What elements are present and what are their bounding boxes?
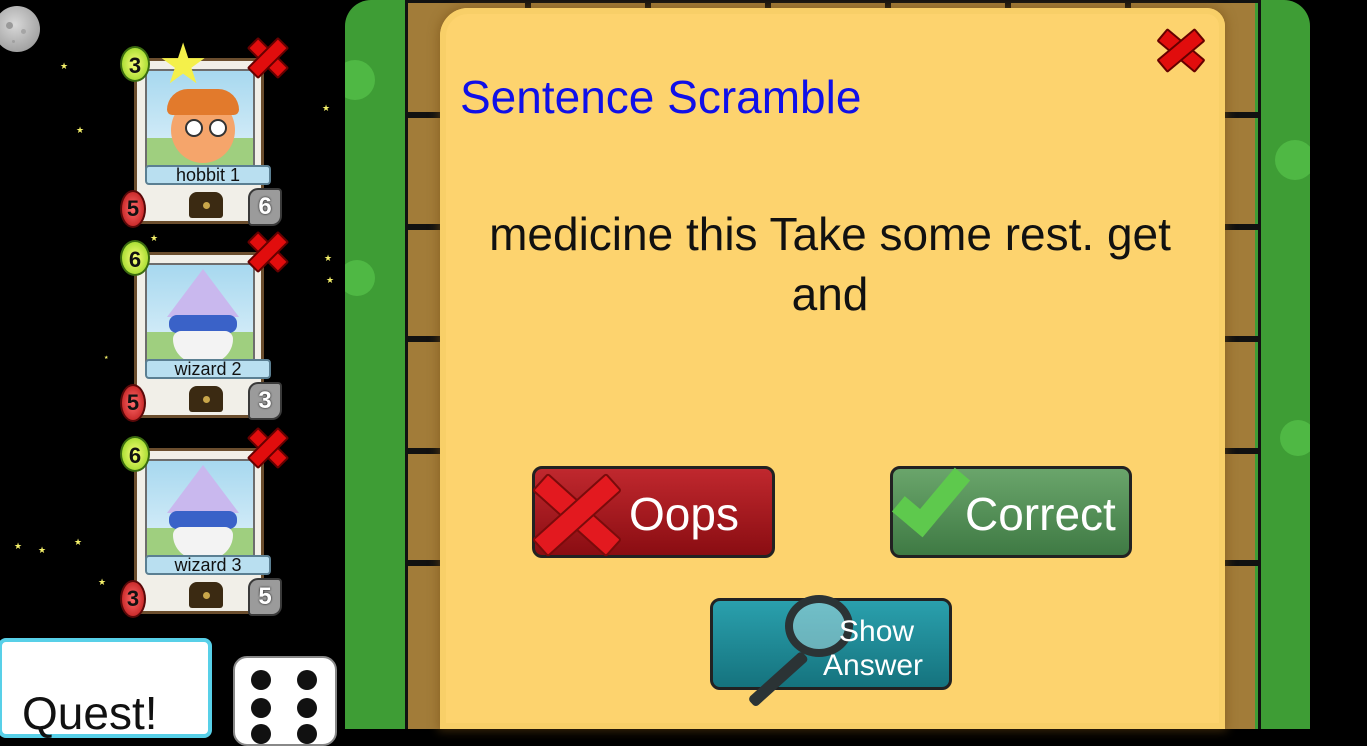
dice-pip <box>297 670 317 690</box>
remove-player-icon[interactable] <box>242 226 290 274</box>
player-name: hobbit 1 <box>145 165 271 185</box>
wizard-avatar <box>145 459 255 559</box>
show-answer-button[interactable]: Show Answer <box>710 595 952 708</box>
star-icon: ★ <box>74 537 83 547</box>
star-icon: ★ <box>60 61 69 71</box>
attack-badge: 6 <box>248 188 282 226</box>
star-icon: ★ <box>104 355 109 361</box>
show-answer-label: Show Answer <box>823 615 923 683</box>
health-badge: 3 <box>120 580 146 618</box>
star-icon: ★ <box>14 541 23 551</box>
star-icon: ★ <box>98 577 107 587</box>
treasure-chest-icon <box>189 386 223 412</box>
quest-button[interactable]: Quest! <box>0 638 212 739</box>
player-card[interactable]: wizard 3 6 3 5 <box>120 436 282 622</box>
level-badge: 6 <box>120 436 150 472</box>
attack-badge: 5 <box>248 578 282 616</box>
card-frame: wizard 3 <box>134 448 271 614</box>
correct-label: Correct <box>965 488 1116 540</box>
oops-button[interactable]: Oops <box>532 466 775 558</box>
player-card[interactable]: wizard 2 6 5 3 <box>120 240 282 426</box>
sentence-scramble-dialog: Sentence Scramble medicine this Take som… <box>440 8 1225 729</box>
correct-button[interactable]: Correct <box>890 466 1132 558</box>
dice[interactable] <box>233 656 337 746</box>
dice-pip <box>297 698 317 718</box>
star-icon: ★ <box>324 253 333 263</box>
scrambled-sentence: medicine this Take some rest. get and <box>489 208 1171 320</box>
level-badge: 6 <box>120 240 150 276</box>
health-badge: 5 <box>120 384 146 422</box>
dice-pip <box>251 670 271 690</box>
star-icon: ★ <box>150 233 159 243</box>
dice-pip <box>297 724 317 744</box>
dice-pip <box>251 724 271 744</box>
star-icon: ★ <box>326 275 335 285</box>
active-player-star-icon: ★ <box>158 32 209 95</box>
oops-label: Oops <box>629 488 739 540</box>
show-answer-line1: Show <box>839 615 915 648</box>
moon-icon <box>0 6 40 52</box>
magnifier-handle <box>747 650 810 708</box>
health-badge: 5 <box>120 190 146 228</box>
cross-icon <box>525 465 625 561</box>
attack-badge: 3 <box>248 382 282 420</box>
star-icon: ★ <box>322 103 331 113</box>
treasure-chest-icon <box>189 192 223 218</box>
star-icon: ★ <box>38 545 47 555</box>
dice-pip <box>251 698 271 718</box>
treasure-chest-icon <box>189 582 223 608</box>
remove-player-icon[interactable] <box>242 422 290 470</box>
card-frame: wizard 2 <box>134 252 271 418</box>
close-icon[interactable] <box>1152 24 1208 74</box>
player-name: wizard 3 <box>145 555 271 575</box>
player-name: wizard 2 <box>145 359 271 379</box>
level-badge: 3 <box>120 46 150 82</box>
star-icon: ★ <box>76 125 85 135</box>
dialog-title: Sentence Scramble <box>460 71 862 123</box>
wizard-avatar <box>145 263 255 363</box>
show-answer-line2: Answer <box>823 649 924 682</box>
remove-player-icon[interactable] <box>242 32 290 80</box>
